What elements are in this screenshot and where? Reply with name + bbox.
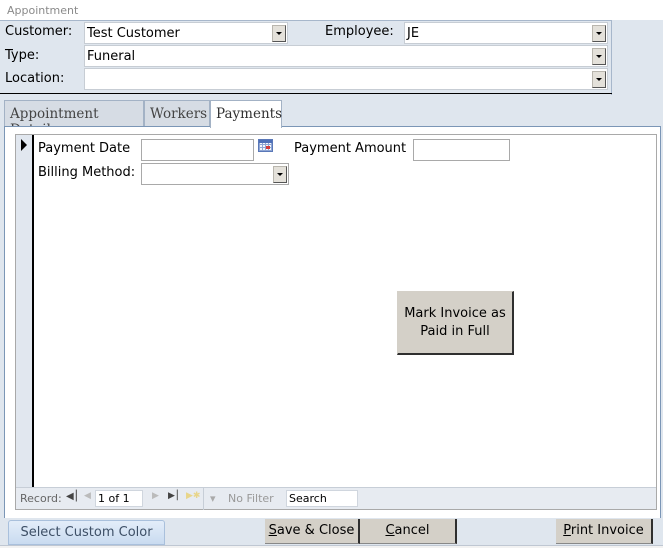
location-label: Location: — [5, 71, 65, 86]
type-dropdown-icon[interactable] — [592, 48, 606, 65]
type-combo[interactable]: Funeral — [84, 45, 608, 67]
print-accel: P — [563, 523, 571, 538]
tab-payments[interactable]: Payments — [210, 100, 282, 128]
customer-combo[interactable]: Test Customer — [84, 22, 288, 44]
employee-dropdown-icon[interactable] — [592, 25, 606, 42]
save-accel: S — [268, 523, 277, 538]
billing-method-label: Billing Method: — [38, 165, 136, 180]
record-label: Record: — [20, 492, 62, 505]
employee-value: JE — [407, 26, 420, 41]
window-title-bar: Appointment — [0, 0, 663, 20]
next-record-icon[interactable]: ▶ — [152, 491, 159, 501]
last-record-icon[interactable]: ▶⎮ — [168, 491, 180, 501]
no-filter-button[interactable]: No Filter — [228, 492, 274, 505]
calendar-icon[interactable] — [258, 139, 273, 152]
payment-date-input[interactable] — [141, 139, 254, 161]
print-rest: rint Invoice — [570, 523, 644, 538]
header-divider — [0, 93, 612, 94]
first-record-icon[interactable]: ◀⎮ — [66, 491, 79, 502]
payment-amount-input[interactable] — [413, 139, 510, 161]
record-selector-column[interactable] — [16, 135, 34, 487]
payment-amount-label: Payment Amount — [294, 141, 407, 156]
cancel-button[interactable]: Cancel — [360, 519, 457, 544]
billing-method-combo[interactable] — [141, 163, 289, 185]
billing-method-dropdown-icon[interactable] — [273, 166, 287, 183]
payment-date-label: Payment Date — [38, 141, 131, 156]
cancel-rest: ancel — [394, 523, 430, 538]
tab-workers[interactable]: Workers — [144, 100, 210, 127]
location-combo[interactable] — [84, 68, 608, 90]
employee-label: Employee: — [325, 24, 394, 39]
new-record-icon[interactable]: ▶✱ — [186, 491, 200, 501]
select-custom-color-button[interactable]: Select Custom Color — [8, 520, 165, 545]
customer-dropdown-icon[interactable] — [272, 25, 286, 42]
customer-label: Customer: — [5, 24, 73, 39]
type-value: Funeral — [87, 49, 136, 64]
filter-icon: ▾ — [210, 492, 216, 505]
nav-separator — [203, 488, 204, 510]
mark-invoice-paid-button[interactable]: Mark Invoice as Paid in Full — [397, 291, 514, 355]
cancel-accel: C — [385, 523, 395, 538]
search-input[interactable]: Search — [286, 490, 358, 507]
payments-subform: Record: ◀⎮ ◀ 1 of 1 ▶ ▶⎮ ▶✱ ▾ No Filter … — [15, 134, 657, 510]
customer-value: Test Customer — [87, 26, 180, 41]
current-record-input[interactable]: 1 of 1 — [95, 490, 143, 507]
save-rest: ave & Close — [276, 523, 355, 538]
previous-record-icon[interactable]: ◀ — [84, 491, 91, 501]
location-dropdown-icon[interactable] — [592, 71, 606, 88]
mark-paid-line2: Paid in Full — [420, 324, 490, 339]
mark-paid-line1: Mark Invoice as — [404, 306, 506, 321]
window-title: Appointment — [7, 4, 79, 17]
save-close-button[interactable]: Save & Close — [265, 519, 360, 544]
tab-label: Workers — [150, 106, 208, 122]
tab-appointment-details[interactable]: Appointment Details — [4, 100, 144, 138]
current-record-arrow-icon — [21, 139, 27, 151]
tab-label: Payments — [216, 106, 282, 122]
employee-combo[interactable]: JE — [404, 22, 608, 44]
type-label: Type: — [5, 48, 40, 63]
print-invoice-button[interactable]: Print Invoice — [556, 519, 653, 544]
record-navigation-bar: Record: ◀⎮ ◀ 1 of 1 ▶ ▶⎮ ▶✱ ▾ No Filter … — [16, 487, 656, 510]
